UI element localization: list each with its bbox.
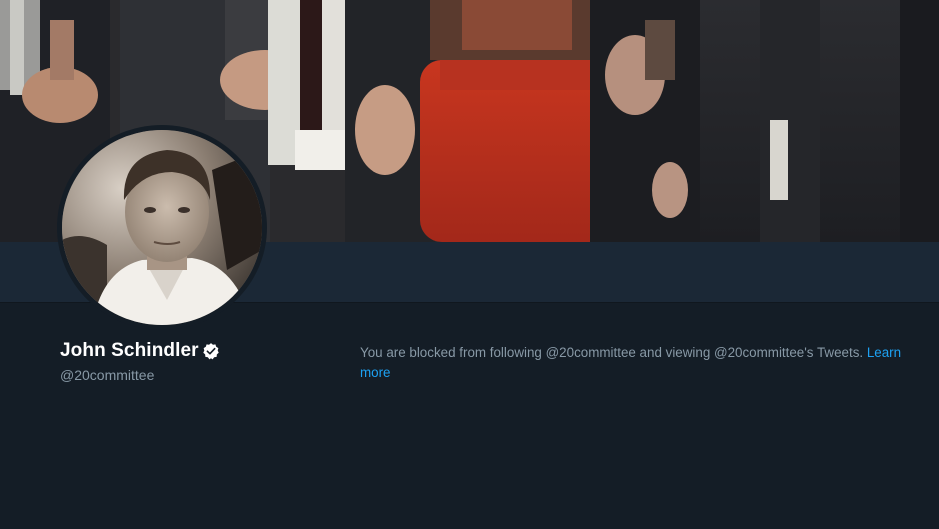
blocked-notice-text: You are blocked from following @20commit… bbox=[360, 345, 867, 360]
verified-badge-icon bbox=[202, 342, 220, 360]
avatar-photo bbox=[62, 130, 262, 325]
profile-handle[interactable]: @20committee bbox=[60, 367, 220, 383]
profile-page: John Schindler @20committee You are bloc… bbox=[0, 0, 939, 529]
name-row: John Schindler bbox=[60, 340, 220, 362]
profile-display-name[interactable]: John Schindler bbox=[60, 340, 199, 362]
profile-header-info: John Schindler @20committee bbox=[60, 340, 220, 383]
blocked-notice: You are blocked from following @20commit… bbox=[360, 343, 932, 382]
profile-avatar[interactable] bbox=[57, 125, 267, 330]
